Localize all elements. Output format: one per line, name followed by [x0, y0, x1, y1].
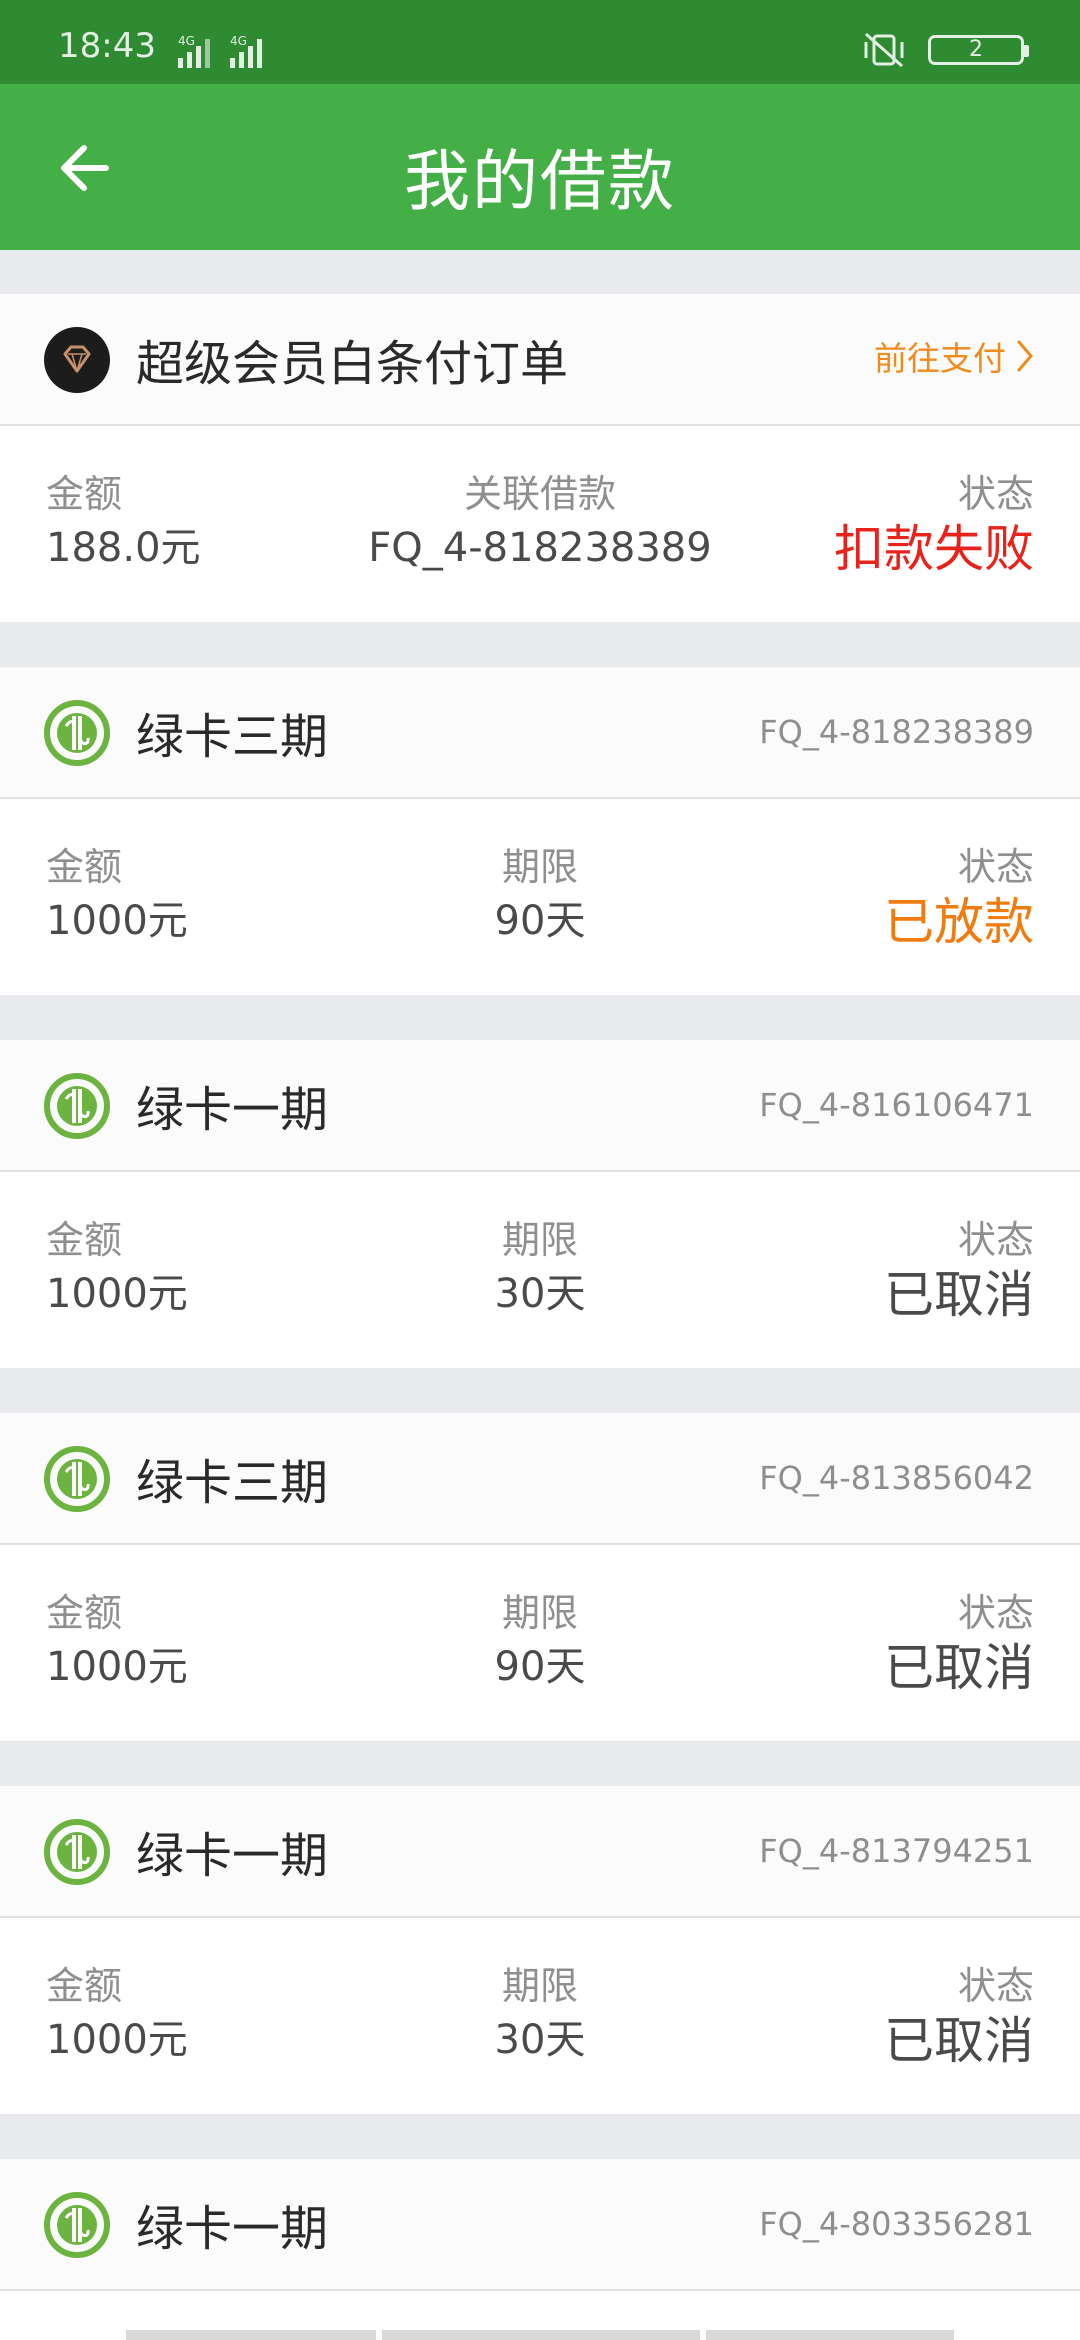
- bottom-tab-divider: [126, 2330, 376, 2340]
- status-column: 状态 已取消: [884, 1589, 1034, 1699]
- status-value: 已取消: [884, 1266, 1034, 1324]
- loan-title: 绿卡三期: [136, 709, 329, 765]
- card-header: 绿卡一期 FQ_4-816106471: [0, 1040, 1080, 1172]
- status-column: 状态 已取消: [884, 1962, 1034, 2072]
- green-card-logo-icon: [44, 2192, 110, 2258]
- page-title: 我的借款: [404, 143, 676, 220]
- battery-indicator: 2: [928, 35, 1029, 65]
- green-card-logo-icon: [44, 1819, 110, 1885]
- status-label: 状态: [957, 1591, 1034, 1635]
- loan-id: FQ_4-813794251: [759, 1832, 1034, 1870]
- signal-icon: 4G: [178, 34, 210, 68]
- go-pay-link[interactable]: 前往支付: [874, 332, 1034, 380]
- card-body: 金额 1000元 期限 90天 状态 已放款: [0, 799, 1080, 995]
- status-column: 状态 扣款失败: [834, 470, 1034, 580]
- loan-title: 绿卡三期: [136, 1455, 329, 1511]
- signal-icon-2: 4G: [230, 34, 262, 68]
- card-header: 绿卡一期 FQ_4-813794251: [0, 1786, 1080, 1918]
- loan-id: FQ_4-818238389: [759, 713, 1034, 751]
- bottom-tab-divider: [706, 2330, 954, 2340]
- loan-title: 绿卡一期: [136, 2201, 329, 2257]
- loan-card[interactable]: 绿卡一期 FQ_4-816106471 金额 1000元 期限 30天 状态 已…: [0, 1040, 1080, 1368]
- card-header: 绿卡三期 FQ_4-813856042: [0, 1413, 1080, 1545]
- bottom-tab-divider: [382, 2330, 700, 2340]
- loan-card[interactable]: 绿卡三期 FQ_4-818238389 金额 1000元 期限 90天 状态 已…: [0, 667, 1080, 995]
- go-pay-label: 前往支付: [874, 339, 1006, 378]
- chevron-right-icon: [1017, 340, 1033, 372]
- loan-title: 绿卡一期: [136, 1082, 329, 1138]
- status-column: 状态 已取消: [884, 1216, 1034, 1326]
- card-body: 金额 1000元 期限 30天 状态 已取消: [0, 1172, 1080, 1368]
- status-time: 18:43: [58, 26, 156, 66]
- vibrate-mute-icon: [864, 32, 904, 68]
- order-title: 超级会员白条付订单: [136, 336, 569, 392]
- status-value: 已取消: [884, 2012, 1034, 2070]
- status-value: 已取消: [884, 1639, 1034, 1697]
- status-column: 状态 已放款: [884, 843, 1034, 953]
- status-label: 状态: [957, 1218, 1034, 1262]
- loan-id: FQ_4-803356281: [759, 2205, 1034, 2243]
- diamond-icon: [44, 327, 110, 393]
- green-card-logo-icon: [44, 700, 110, 766]
- status-label: 状态: [957, 1964, 1034, 2008]
- status-label: 状态: [957, 472, 1034, 516]
- loan-card[interactable]: 绿卡一期 FQ_4-813794251 金额 1000元 期限 30天 状态 已…: [0, 1786, 1080, 2114]
- status-value: 已放款: [884, 893, 1034, 951]
- bottom-strip: [0, 2292, 1080, 2340]
- green-card-logo-icon: [44, 1446, 110, 1512]
- card-body: 金额 1000元 期限 30天 状态 已取消: [0, 1918, 1080, 2114]
- status-right: 2: [860, 30, 1029, 70]
- svg-text:4G: 4G: [178, 34, 195, 48]
- svg-text:4G: 4G: [230, 34, 247, 48]
- app-bar: 我的借款: [0, 84, 1080, 250]
- loan-id: FQ_4-816106471: [759, 1086, 1034, 1124]
- card-header: 绿卡三期 FQ_4-818238389: [0, 667, 1080, 799]
- card-header: 绿卡一期 FQ_4-803356281: [0, 2159, 1080, 2291]
- card-body: 金额 1000元 期限 90天 状态 已取消: [0, 1545, 1080, 1741]
- card-header: 超级会员白条付订单 前往支付: [0, 294, 1080, 426]
- status-label: 状态: [957, 845, 1034, 889]
- status-bar: 18:43 4G 4G 2: [0, 0, 1080, 84]
- order-card[interactable]: 超级会员白条付订单 前往支付 金额 188.0元 关联借款 FQ_4-81823…: [0, 294, 1080, 622]
- status-value: 扣款失败: [834, 520, 1034, 578]
- loan-id: FQ_4-813856042: [759, 1459, 1034, 1497]
- loan-card[interactable]: 绿卡三期 FQ_4-813856042 金额 1000元 期限 90天 状态 已…: [0, 1413, 1080, 1741]
- loan-title: 绿卡一期: [136, 1828, 329, 1884]
- green-card-logo-icon: [44, 1073, 110, 1139]
- card-body: 金额 188.0元 关联借款 FQ_4-818238389 状态 扣款失败: [0, 426, 1080, 622]
